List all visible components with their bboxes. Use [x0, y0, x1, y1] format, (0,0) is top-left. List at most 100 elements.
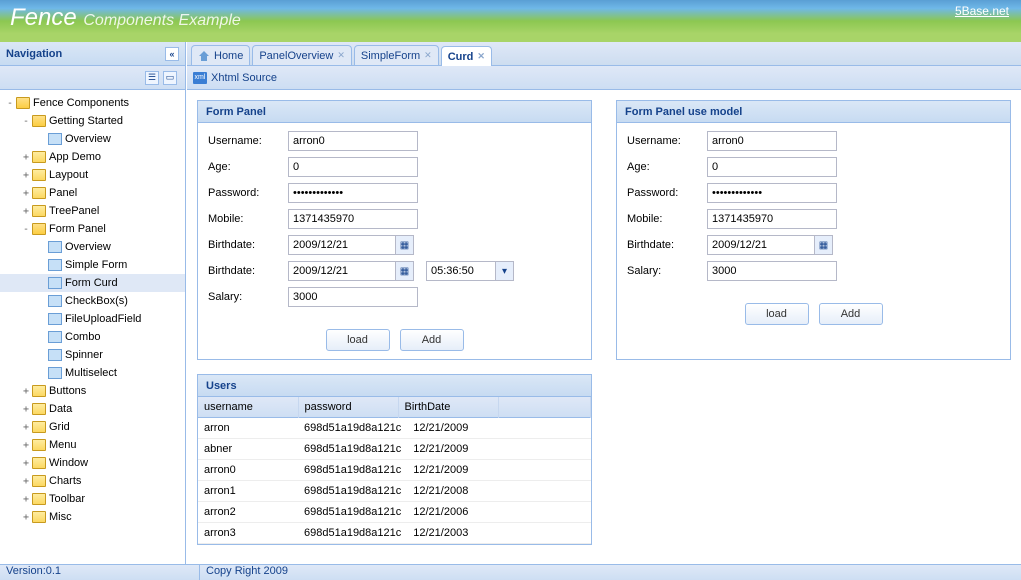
- tree-node[interactable]: +App Demo: [0, 148, 185, 166]
- folder-icon: [32, 187, 46, 199]
- tree-node[interactable]: +Menu: [0, 436, 185, 454]
- tab[interactable]: Home: [191, 45, 250, 65]
- tab[interactable]: PanelOverview✕: [252, 45, 352, 65]
- expand-all-icon[interactable]: ☰: [145, 71, 159, 85]
- field-label: Age:: [627, 161, 707, 173]
- tree-label: Misc: [49, 511, 72, 523]
- time-input[interactable]: [426, 261, 496, 281]
- chevron-down-icon[interactable]: ▾: [496, 261, 514, 281]
- folder-icon: [16, 97, 30, 109]
- calendar-icon[interactable]: ▦: [396, 235, 414, 255]
- tree-node[interactable]: +Buttons: [0, 382, 185, 400]
- tab-label: Curd: [448, 51, 474, 63]
- table-row[interactable]: arron3698d51a19d8a121c12/21/2003: [198, 523, 591, 544]
- tree-label: Panel: [49, 187, 77, 199]
- app-title: Fence Components Example: [10, 4, 241, 32]
- folder-icon: [32, 205, 46, 217]
- tree-node[interactable]: +Charts: [0, 472, 185, 490]
- close-icon[interactable]: ✕: [337, 50, 345, 61]
- tree-node[interactable]: +Misc: [0, 508, 185, 526]
- tree-label: Toolbar: [49, 493, 85, 505]
- field-label: Password:: [208, 187, 288, 199]
- date-input[interactable]: [707, 235, 815, 255]
- tab-label: SimpleForm: [361, 50, 420, 62]
- tree-node[interactable]: +Panel: [0, 184, 185, 202]
- add-button[interactable]: Add: [400, 329, 464, 351]
- tree-node[interactable]: +Toolbar: [0, 490, 185, 508]
- folder-icon: [32, 511, 46, 523]
- folder-icon: [32, 223, 46, 235]
- tree-label: Form Panel: [49, 223, 106, 235]
- folder-icon: [32, 421, 46, 433]
- tree-node[interactable]: Spinner: [0, 346, 185, 364]
- add-button[interactable]: Add: [819, 303, 883, 325]
- tree-label: Buttons: [49, 385, 86, 397]
- tree-node[interactable]: +Grid: [0, 418, 185, 436]
- tree-node[interactable]: -Fence Components: [0, 94, 185, 112]
- password-input[interactable]: [288, 183, 418, 203]
- text-input[interactable]: [288, 131, 418, 151]
- text-input[interactable]: [288, 287, 418, 307]
- collapse-icon[interactable]: «: [165, 47, 179, 61]
- folder-icon: [32, 151, 46, 163]
- close-icon[interactable]: ✕: [477, 51, 485, 62]
- tree-label: Getting Started: [49, 115, 123, 127]
- tab[interactable]: SimpleForm ✕: [354, 45, 439, 65]
- column-header[interactable]: BirthDate: [398, 397, 498, 418]
- load-button[interactable]: load: [326, 329, 390, 351]
- text-input[interactable]: [288, 209, 418, 229]
- collapse-all-icon[interactable]: ▭: [163, 71, 177, 85]
- home-icon: [198, 50, 210, 62]
- panel-title: Form Panel: [198, 101, 591, 123]
- tree-node[interactable]: FileUploadField: [0, 310, 185, 328]
- password-input[interactable]: [707, 183, 837, 203]
- table-row[interactable]: arron1698d51a19d8a121c12/21/2008: [198, 481, 591, 502]
- tree-node[interactable]: +Laypout: [0, 166, 185, 184]
- close-icon[interactable]: ✕: [424, 50, 432, 61]
- tab[interactable]: Curd✕: [441, 46, 492, 66]
- column-header[interactable]: username: [198, 397, 298, 418]
- version-label: Version:0.1: [0, 565, 200, 580]
- tree-node[interactable]: Simple Form: [0, 256, 185, 274]
- tab-label: Home: [214, 50, 243, 62]
- tree-node[interactable]: Multiselect: [0, 364, 185, 382]
- table-row[interactable]: arron2698d51a19d8a121c12/21/2006: [198, 502, 591, 523]
- xhtml-source-button[interactable]: Xhtml Source: [211, 72, 277, 84]
- text-input[interactable]: [707, 157, 837, 177]
- folder-icon: [32, 475, 46, 487]
- form-panel-left: Form Panel Username:Age:Password:Mobile:…: [197, 100, 592, 360]
- banner-link[interactable]: 5Base.net: [955, 4, 1009, 18]
- load-button[interactable]: load: [745, 303, 809, 325]
- text-input[interactable]: [707, 261, 837, 281]
- tree-label: Overview: [65, 133, 111, 145]
- table-row[interactable]: abner698d51a19d8a121c12/21/2009: [198, 439, 591, 460]
- field-label: Salary:: [208, 291, 288, 303]
- tree-node[interactable]: +Data: [0, 400, 185, 418]
- tree-node[interactable]: Combo: [0, 328, 185, 346]
- column-header[interactable]: password: [298, 397, 398, 418]
- workspace: Form Panel Username:Age:Password:Mobile:…: [187, 90, 1021, 564]
- tree-node[interactable]: -Getting Started: [0, 112, 185, 130]
- text-input[interactable]: [288, 157, 418, 177]
- text-input[interactable]: [707, 209, 837, 229]
- sub-toolbar: xml Xhtml Source: [187, 66, 1021, 90]
- text-input[interactable]: [707, 131, 837, 151]
- tree-node[interactable]: Overview: [0, 238, 185, 256]
- date-input[interactable]: [288, 235, 396, 255]
- tree-label: Combo: [65, 331, 100, 343]
- tree-node[interactable]: +TreePanel: [0, 202, 185, 220]
- tree-label: Grid: [49, 421, 70, 433]
- field-label: Birthdate:: [627, 239, 707, 251]
- tree-node[interactable]: Form Curd: [0, 274, 185, 292]
- copyright-label: Copy Right 2009: [200, 565, 288, 580]
- calendar-icon[interactable]: ▦: [396, 261, 414, 281]
- tree-node[interactable]: -Form Panel: [0, 220, 185, 238]
- table-row[interactable]: arron0698d51a19d8a121c12/21/2009: [198, 460, 591, 481]
- tree-node[interactable]: +Window: [0, 454, 185, 472]
- tree-node[interactable]: Overview: [0, 130, 185, 148]
- tree-node[interactable]: CheckBox(s): [0, 292, 185, 310]
- table-row[interactable]: arron698d51a19d8a121c12/21/2009: [198, 418, 591, 439]
- leaf-icon: [48, 367, 62, 379]
- calendar-icon[interactable]: ▦: [815, 235, 833, 255]
- date-input[interactable]: [288, 261, 396, 281]
